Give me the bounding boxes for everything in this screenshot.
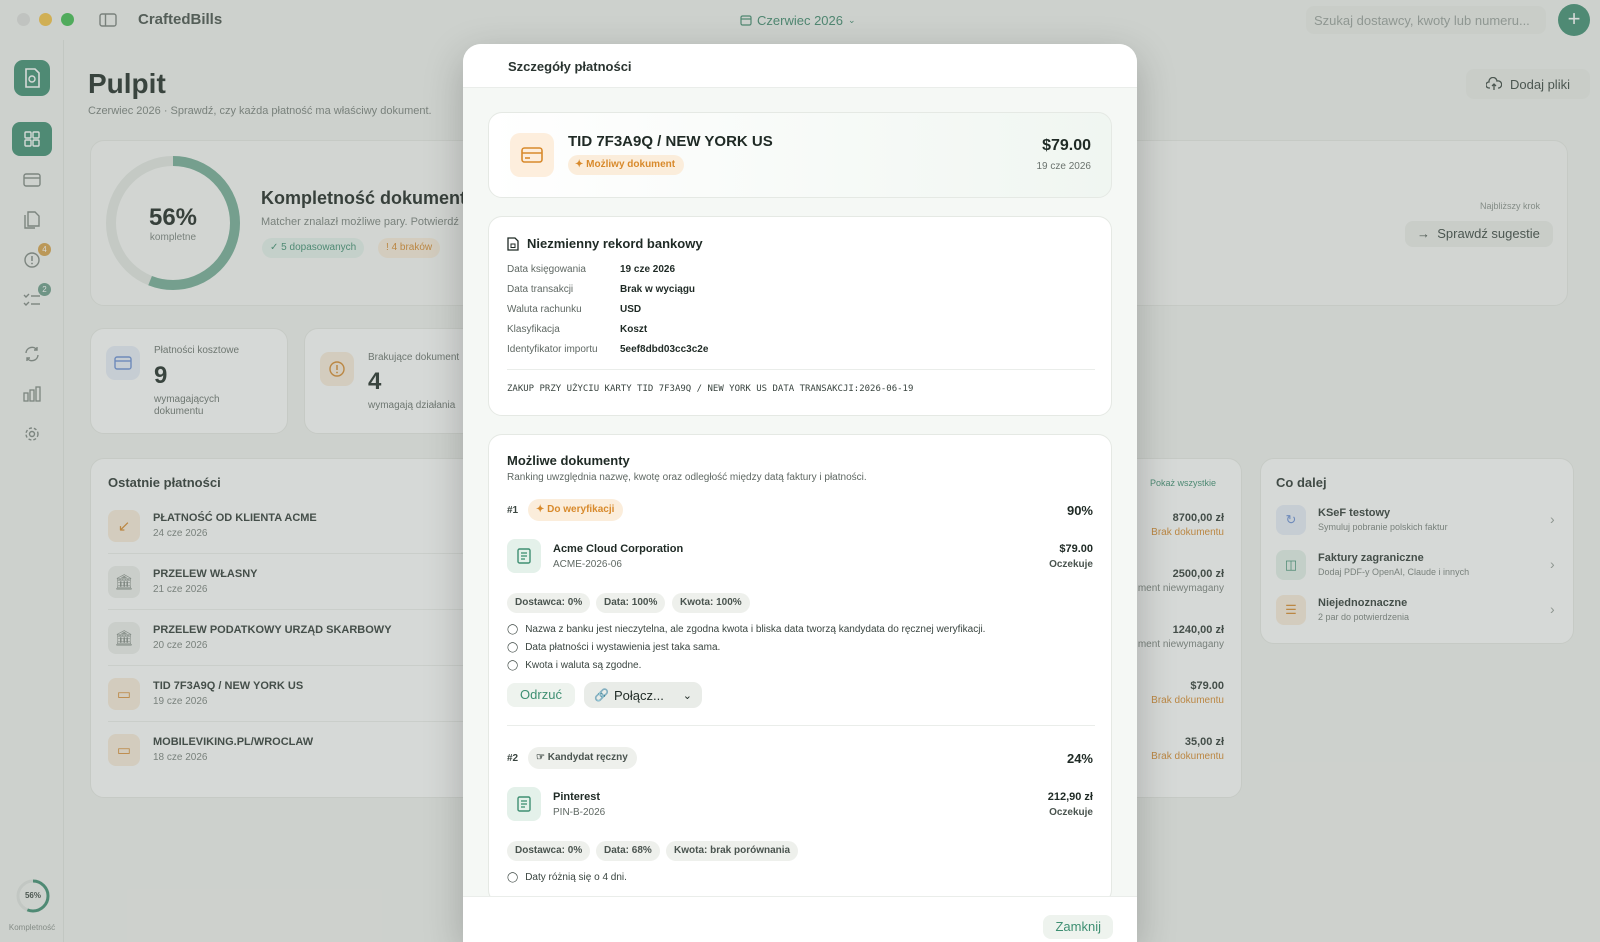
link-label: Połącz... xyxy=(613,687,664,703)
possible-documents-card: Możliwe dokumenty Ranking uwzględnia naz… xyxy=(488,434,1112,904)
reason-text: Daty różnią się o 4 dni. xyxy=(525,872,627,883)
candidate-score: 24% xyxy=(1066,751,1093,766)
badge-label: Możliwy dokument xyxy=(586,159,676,170)
candidate-vendor: Acme Cloud Corporation xyxy=(553,543,684,555)
possible-documents-title: Możliwe dokumenty xyxy=(507,453,630,468)
field-value: 19 cze 2026 xyxy=(620,264,676,275)
invoice-icon xyxy=(507,787,541,821)
transaction-summary-card: TID 7F3A9Q / NEW YORK US ✦ Możliwy dokum… xyxy=(488,112,1112,198)
bank-record-card: Niezmienny rekord bankowy Data księgowan… xyxy=(488,216,1112,416)
reason-item: ◯ Data płatności i wystawienia jest taka … xyxy=(507,642,720,653)
badge-label: Kandydat ręczny xyxy=(547,752,628,763)
chevron-down-icon: ⌄ xyxy=(682,689,692,702)
score-chip: Data: 100% xyxy=(596,593,666,613)
transaction-title: TID 7F3A9Q / NEW YORK US xyxy=(568,133,773,150)
raw-bank-description: ZAKUP PRZY UŻYCIU KARTY TID 7F3A9Q / NEW… xyxy=(507,384,914,394)
reason-item: ◯ Daty różnią się o 4 dni. xyxy=(507,872,627,883)
candidate-score: 90% xyxy=(1066,503,1093,518)
reject-button[interactable]: Odrzuć xyxy=(507,683,575,707)
field-label: Klasyfikacja xyxy=(507,324,560,335)
payment-details-dialog: Szczegóły płatności TID 7F3A9Q / NEW YOR… xyxy=(463,44,1137,942)
check-circle-icon: ◯ xyxy=(507,624,519,635)
candidate-number: ACME-2026-06 xyxy=(553,559,622,570)
score-chip: Kwota: brak porównania xyxy=(666,841,799,861)
divider xyxy=(507,725,1095,726)
field-value: Brak w wyciągu xyxy=(620,284,696,295)
field-label: Data księgowania xyxy=(507,264,586,275)
transaction-date: 19 cze 2026 xyxy=(1036,161,1092,172)
field-value: 5eef8dbd03cc3c2e xyxy=(620,344,709,355)
dialog-title: Szczegóły płatności xyxy=(508,59,632,74)
dialog-footer: Zamknij xyxy=(463,896,1137,942)
candidate-status: Oczekuje xyxy=(1049,559,1093,570)
score-chip: Kwota: 100% xyxy=(672,593,750,613)
possible-documents-subtitle: Ranking uwzględnia nazwę, kwotę oraz odl… xyxy=(507,472,867,483)
sparkle-icon: ✦ xyxy=(536,504,545,515)
hand-icon: ☞ xyxy=(536,752,545,763)
field-value: USD xyxy=(620,304,642,315)
check-circle-icon: ◯ xyxy=(507,660,519,671)
reason-item: ◯ Kwota i waluta są zgodne. xyxy=(507,660,641,671)
link-icon: 🔗 xyxy=(594,688,609,702)
transaction-amount: $79.00 xyxy=(1042,137,1091,154)
reason-text: Kwota i waluta są zgodne. xyxy=(525,660,642,671)
link-button[interactable]: 🔗 Połącz... ⌄ xyxy=(584,682,702,708)
reason-text: Nazwa z banku jest nieczytelna, ale zgod… xyxy=(525,624,986,635)
field-label: Waluta rachunku xyxy=(507,304,582,315)
bank-record-title: Niezmienny rekord bankowy xyxy=(527,236,703,251)
field-value: Koszt xyxy=(620,324,648,335)
close-button[interactable]: Zamknij xyxy=(1043,915,1113,939)
candidate-rank: #2 xyxy=(507,753,519,764)
field-label: Data transakcji xyxy=(507,284,574,295)
divider xyxy=(507,369,1095,370)
invoice-icon xyxy=(507,539,541,573)
card-icon xyxy=(510,133,554,177)
dialog-header: Szczegóły płatności xyxy=(463,44,1137,88)
reason-text: Data płatności i wystawienia jest taka s… xyxy=(525,642,721,653)
bank-record-heading: Niezmienny rekord bankowy xyxy=(507,236,703,251)
reason-item: ◯ Nazwa z banku jest nieczytelna, ale zgo… xyxy=(507,624,985,635)
candidate-amount: $79.00 xyxy=(1059,543,1093,555)
review-badge: ✦ Do weryfikacji xyxy=(528,499,624,521)
possible-document-badge: ✦ Możliwy dokument xyxy=(568,155,685,175)
sparkle-icon: ✦ xyxy=(575,159,584,170)
manual-badge: ☞ Kandydat ręczny xyxy=(528,747,637,769)
score-chip: Data: 68% xyxy=(596,841,660,861)
field-label: Identyfikator importu xyxy=(507,344,598,355)
score-chip: Dostawca: 0% xyxy=(507,593,591,613)
score-chip: Dostawca: 0% xyxy=(507,841,591,861)
check-circle-icon: ◯ xyxy=(507,872,519,883)
candidate-rank: #1 xyxy=(507,505,519,516)
candidate-status: Oczekuje xyxy=(1049,807,1093,818)
badge-label: Do weryfikacji xyxy=(547,504,615,515)
candidate-number: PIN-B-2026 xyxy=(553,807,606,818)
candidate-vendor: Pinterest xyxy=(553,791,601,803)
document-lock-icon xyxy=(507,236,519,251)
candidate-amount: 212,90 zł xyxy=(1047,791,1093,803)
check-circle-icon: ◯ xyxy=(507,642,519,653)
